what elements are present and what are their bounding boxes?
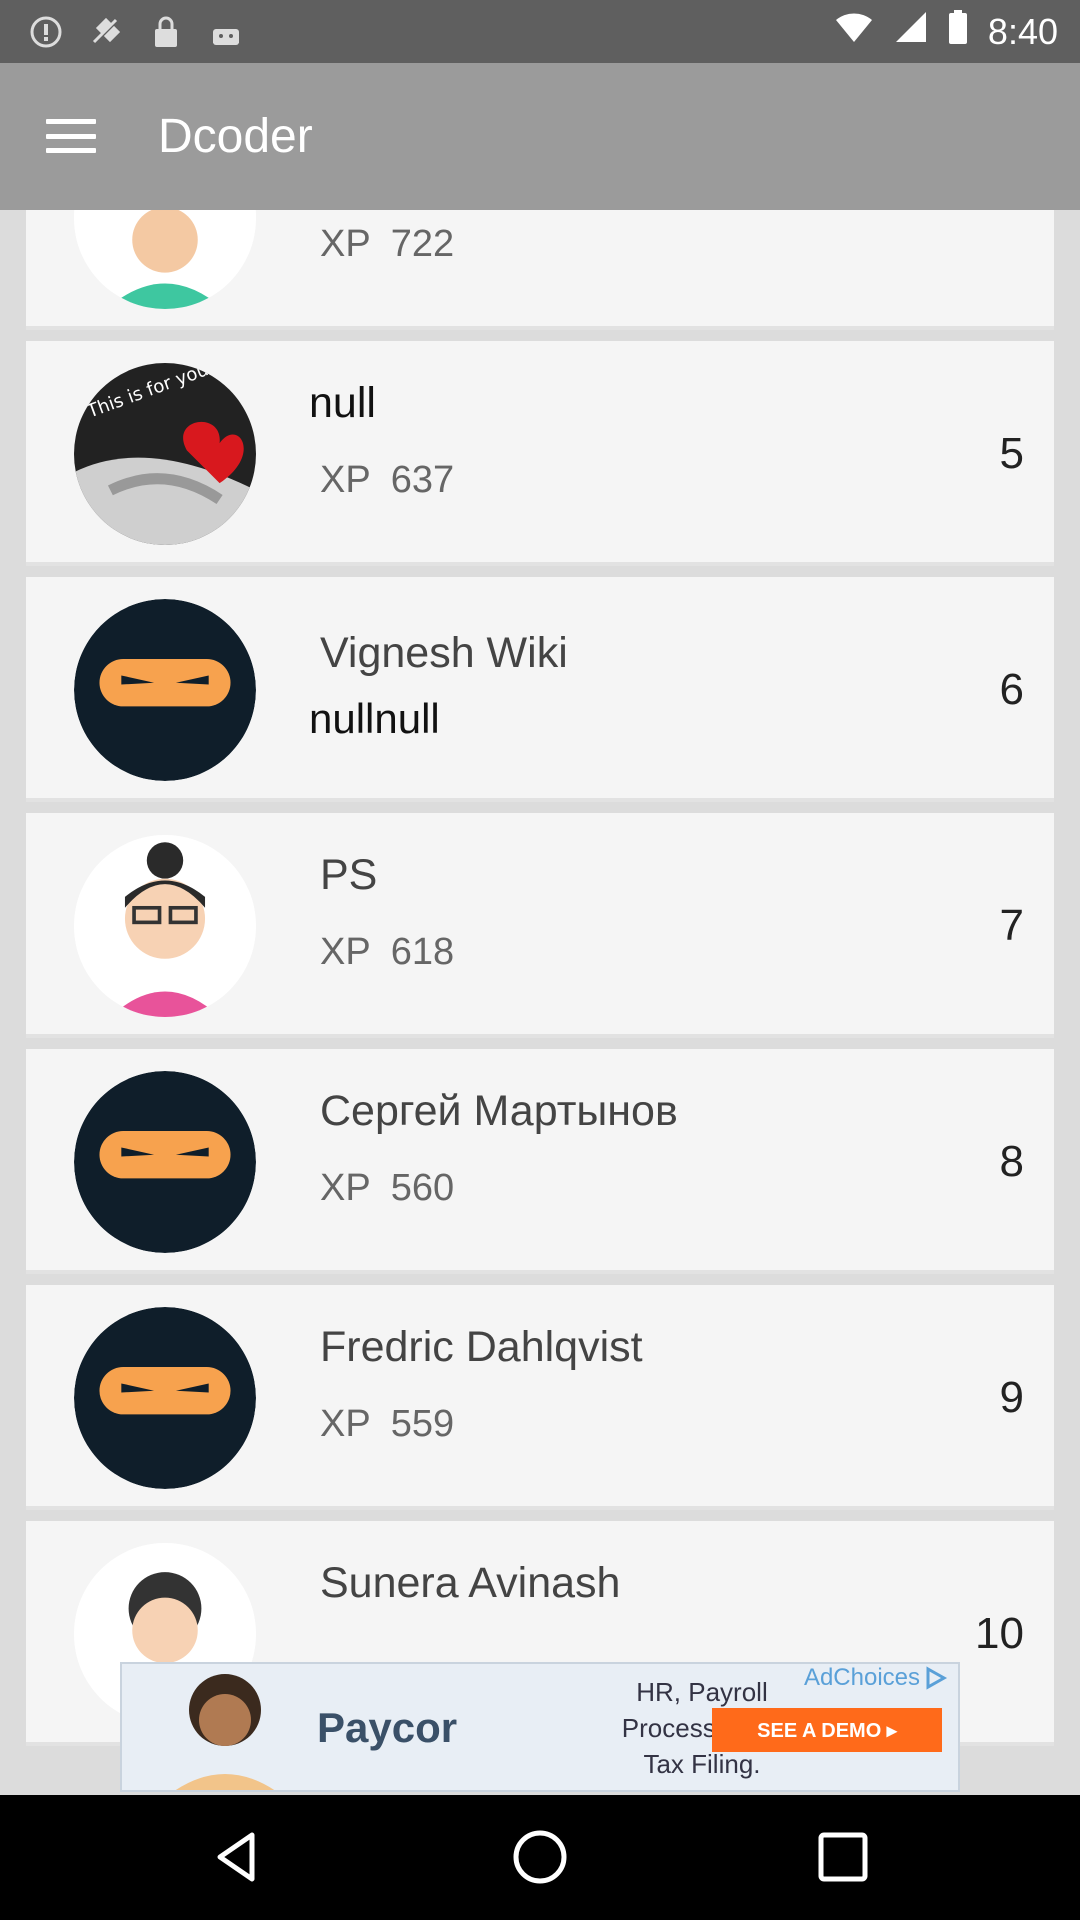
user-name: null [309,379,376,427]
rank-number: 10 [975,1609,1024,1658]
xp-value: 618 [390,931,455,973]
signal-icon [894,10,928,53]
ad-brand-logo: Paycor [317,1704,458,1751]
user-name: Сергей Мартынов [320,1087,678,1135]
leaderboard-row[interactable]: Сергей Мартынов XP 560 8 [26,1049,1054,1274]
avatar: This is for you [74,363,256,545]
xp-label: XP [320,1403,371,1445]
battery-icon [948,10,968,53]
user-name: Fredric Dahlqvist [320,1323,643,1371]
see-demo-button[interactable]: SEE A DEMO ▸ [712,1708,942,1752]
avatar [74,835,256,1017]
user-subtitle: nullnull [309,695,440,742]
app-title: Dcoder [158,110,313,163]
avatar-ninja [74,1307,256,1489]
app-bar: Dcoder [0,63,1080,210]
recents-icon[interactable] [813,1827,873,1887]
rank-number: 5 [999,429,1024,478]
xp-label: XP [320,931,371,973]
xp-value: 559 [390,1403,455,1445]
leaderboard-row[interactable]: This is for you null XP 637 5 [26,341,1054,566]
fake-gps-icon [88,14,124,50]
user-name: Sunera Avinash [320,1559,621,1607]
leaderboard-row[interactable]: PS XP 618 7 [26,813,1054,1038]
android-icon [208,14,244,50]
user-name: Vignesh Wiki [320,629,568,677]
leaderboard-row[interactable]: Fredric Dahlqvist XP 559 9 [26,1285,1054,1510]
back-icon[interactable] [208,1827,268,1887]
xp-value: 560 [390,1167,455,1209]
ad-person-image [150,1670,300,1790]
wifi-icon [834,11,874,53]
clock-time: 8:40 [987,10,1058,52]
status-bar: 8:40 [0,0,1080,63]
xp-label: XP [320,223,371,265]
adchoices-icon [926,1666,948,1690]
rank-number: 9 [999,1373,1024,1422]
avatar-ninja [74,599,256,781]
rank-number: 6 [999,665,1024,714]
avatar [74,210,256,309]
leaderboard-row[interactable]: Vignesh Wiki nullnull 6 [26,577,1054,802]
rank-number: 8 [999,1137,1024,1186]
xp-label: XP [320,459,371,501]
rank-number: 7 [999,901,1024,950]
leaderboard-row[interactable]: XP722 4 [26,210,1054,330]
leaderboard-list[interactable]: XP722 4 This is for you null XP637 5 Vig… [0,210,1080,1795]
avatar-ninja [74,1071,256,1253]
xp-value: 637 [390,459,455,501]
xp-label: XP [320,1167,371,1209]
system-nav-bar [0,1795,1080,1920]
hamburger-menu-icon[interactable] [44,113,98,159]
lock-icon [148,14,184,50]
home-icon[interactable] [510,1827,570,1887]
ad-banner[interactable]: Paycor HR, Payroll Processing, & Tax Fil… [120,1662,960,1792]
adchoices-link[interactable]: AdChoices [804,1664,948,1692]
xp-value: 722 [390,223,455,265]
info-icon [28,14,64,50]
user-name: PS [320,851,378,899]
